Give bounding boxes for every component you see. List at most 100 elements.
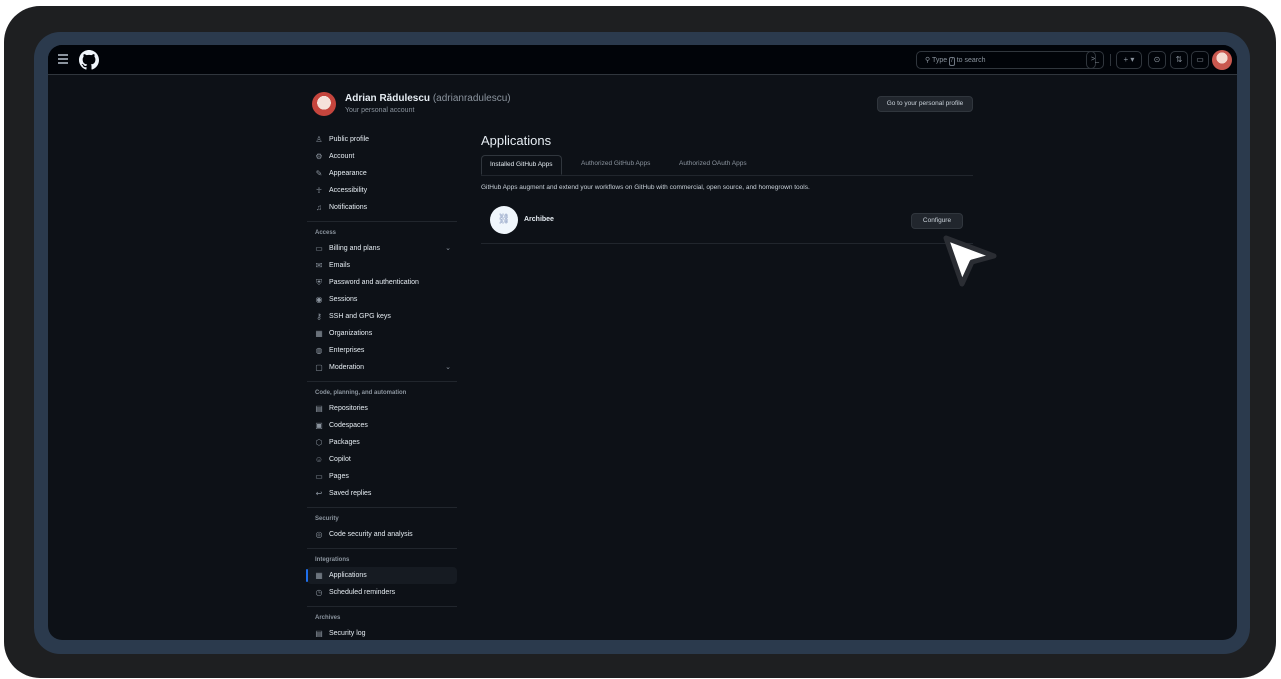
sidebar-item-public-profile[interactable]: ♙ Public profile <box>307 131 457 148</box>
sidebar-item-label: Accessibility <box>329 187 368 194</box>
sidebar-heading: Code, planning, and automation <box>315 390 407 396</box>
user-handle[interactable]: (adrianradulescu) <box>433 93 511 104</box>
sidebar-item-label: Appearance <box>329 170 367 177</box>
sidebar-item-label: Organizations <box>329 330 373 337</box>
clock-icon: ◷ <box>315 588 323 597</box>
search-suffix: to search <box>956 57 986 64</box>
applications-tabs: Installed GitHub Apps Authorized GitHub … <box>481 155 973 176</box>
sidebar-item-scheduled-reminders[interactable]: ◷ Scheduled reminders <box>307 584 457 601</box>
sidebar-item-notifications[interactable]: ♫ Notifications <box>307 199 457 216</box>
sidebar-item-label: Copilot <box>329 456 351 463</box>
sidebar-item-label: Sessions <box>329 296 358 303</box>
credit-card-icon: ▭ <box>315 244 323 253</box>
sidebar-item-password-and-authentication[interactable]: ⛨ Password and authentication <box>307 274 457 291</box>
sidebar-item-label: Public profile <box>329 136 370 143</box>
chevron-down-icon[interactable]: ⌄ <box>445 359 451 376</box>
sidebar-item-label: Moderation <box>329 364 365 371</box>
sidebar-item-security-log[interactable]: ▤ Security log <box>307 625 457 640</box>
search-shortcut-key: / <box>949 57 955 66</box>
sidebar-item-ssh-and-gpg-keys[interactable]: ⚷ SSH and GPG keys <box>307 308 457 325</box>
sidebar-item-organizations[interactable]: ▦ Organizations <box>307 325 457 342</box>
repo-icon: ▤ <box>315 404 323 413</box>
menu-icon[interactable] <box>58 54 68 64</box>
list-item: ⛓ Archibee Configure <box>481 202 973 244</box>
sidebar-item-accessibility[interactable]: ☥ Accessibility <box>307 182 457 199</box>
mail-icon: ✉ <box>315 261 323 270</box>
report-icon: ▢ <box>315 363 323 372</box>
mouse-cursor-icon <box>943 235 997 287</box>
page-title: Applications <box>481 133 552 148</box>
sidebar-item-label: Billing and plans <box>329 245 380 252</box>
sidebar-item-label: Codespaces <box>329 422 368 429</box>
app-name[interactable]: Archibee <box>524 216 554 223</box>
user-display-name: Adrian Rădulescu <box>345 93 431 104</box>
sidebar-item-codespaces[interactable]: ▣ Codespaces <box>307 417 457 434</box>
sidebar-divider <box>307 548 457 549</box>
sidebar-item-label: Emails <box>329 262 351 269</box>
user-avatar <box>312 92 336 116</box>
gear-icon: ⚙ <box>315 152 323 161</box>
github-logo-icon[interactable] <box>79 50 99 70</box>
command-palette-icon[interactable]: >_ <box>1086 51 1104 69</box>
applications-panel: Applications Installed GitHub Apps Autho… <box>481 131 973 244</box>
sidebar-item-copilot[interactable]: ☺ Copilot <box>307 451 457 468</box>
issues-icon[interactable]: ⊙ <box>1148 51 1166 69</box>
sidebar-item-label: Applications <box>329 572 367 579</box>
tab-authorized-oauth-apps[interactable]: Authorized OAuth Apps <box>671 155 755 175</box>
configure-button[interactable]: Configure <box>911 213 963 229</box>
sidebar-divider <box>307 606 457 607</box>
go-to-profile-button[interactable]: Go to your personal profile <box>877 96 973 112</box>
sidebar-item-label: Saved replies <box>329 490 372 497</box>
sidebar-item-label: Enterprises <box>329 347 365 354</box>
sidebar-item-account[interactable]: ⚙ Account <box>307 148 457 165</box>
sidebar-item-saved-replies[interactable]: ↩ Saved replies <box>307 485 457 502</box>
sidebar-divider <box>307 507 457 508</box>
tab-authorized-github-apps[interactable]: Authorized GitHub Apps <box>573 155 658 175</box>
search-input[interactable]: ⚲ Type / to search <box>916 51 1096 69</box>
sidebar-item-code-security-and-analysis[interactable]: ◎ Code security and analysis <box>307 526 457 543</box>
sidebar-item-label: Scheduled reminders <box>329 589 396 596</box>
applications-description: GitHub Apps augment and extend your work… <box>481 184 810 191</box>
account-subtitle: Your personal account <box>345 107 415 114</box>
sidebar-item-label: Repositories <box>329 405 368 412</box>
broadcast-icon: ◉ <box>315 295 323 304</box>
sidebar-item-label: Account <box>329 153 355 160</box>
inbox-icon[interactable]: ▭ <box>1191 51 1209 69</box>
key-icon: ⚷ <box>316 312 322 321</box>
chevron-down-icon[interactable]: ⌄ <box>445 240 451 257</box>
tab-installed-github-apps[interactable]: Installed GitHub Apps <box>481 155 562 175</box>
search-icon: ⚲ <box>925 57 931 64</box>
sidebar-item-packages[interactable]: ⬡ Packages <box>307 434 457 451</box>
sidebar-item-label: Pages <box>329 473 349 480</box>
sidebar-item-enterprises[interactable]: ◍ Enterprises <box>307 342 457 359</box>
browser-icon: ▭ <box>315 472 323 481</box>
codespaces-icon: ▣ <box>315 421 323 430</box>
sidebar-item-emails[interactable]: ✉ Emails <box>307 257 457 274</box>
search-label: Type <box>931 57 948 64</box>
sidebar-item-label: Code security and analysis <box>329 531 413 538</box>
package-icon: ⬡ <box>315 438 323 447</box>
sidebar-item-pages[interactable]: ▭ Pages <box>307 468 457 485</box>
sidebar-item-sessions[interactable]: ◉ Sessions <box>307 291 457 308</box>
log-icon: ▤ <box>315 629 323 638</box>
paintbrush-icon: ✎ <box>315 169 323 178</box>
person-icon: ♙ <box>315 135 323 144</box>
apps-icon: ▦ <box>315 571 323 580</box>
sidebar-item-label: SSH and GPG keys <box>329 313 391 320</box>
pull-requests-icon[interactable]: ⇅ <box>1170 51 1188 69</box>
sidebar-item-applications[interactable]: ▦ Applications <box>306 567 457 584</box>
sidebar-item-appearance[interactable]: ✎ Appearance <box>307 165 457 182</box>
organization-icon: ▦ <box>315 329 323 338</box>
sidebar-heading: Integrations <box>315 557 350 563</box>
reply-icon: ↩ <box>315 489 323 498</box>
sidebar-item-moderation[interactable]: ▢ Moderation ⌄ <box>307 359 457 376</box>
sidebar-item-billing-and-plans[interactable]: ▭ Billing and plans ⌄ <box>307 240 457 257</box>
header-divider <box>1110 54 1111 66</box>
codescan-icon: ◎ <box>315 530 323 539</box>
accessibility-icon: ☥ <box>316 186 322 195</box>
user-avatar-menu[interactable] <box>1212 50 1232 70</box>
sidebar-divider <box>307 221 457 222</box>
copilot-icon: ☺ <box>314 455 324 464</box>
sidebar-item-repositories[interactable]: ▤ Repositories <box>307 400 457 417</box>
create-new-button[interactable]: + ▾ <box>1116 51 1142 69</box>
